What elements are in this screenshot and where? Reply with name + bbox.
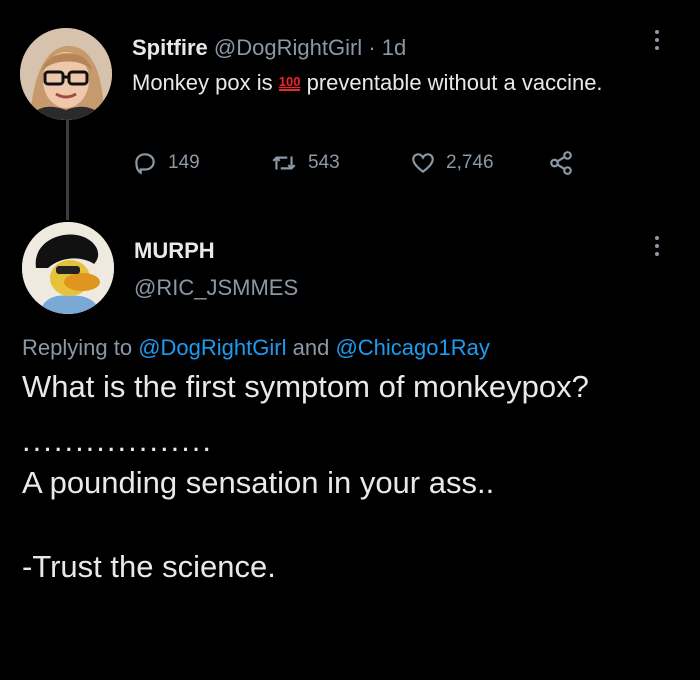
share-button[interactable] [548,150,574,176]
reply-button[interactable]: 149 [132,150,200,176]
replying-and-label: and [292,335,330,360]
retweet-count: 543 [308,152,340,173]
tweet-actions: 149 543 2,746 [132,150,612,182]
reply-text-separator: .................. [22,423,214,458]
reply-text-line-1: What is the first symptom of monkeypox? [22,369,589,404]
reply-tweet-text: What is the first symptom of monkeypox? … [22,366,662,588]
hundred-points-emoji-icon: 100 [278,74,301,91]
user-handle[interactable]: @DogRightGirl [214,35,362,60]
mention-link-chicago1ray[interactable]: @Chicago1Ray [335,335,489,360]
reply-icon [135,153,155,175]
reply-user-handle[interactable]: @RIC_JSMMES [134,275,298,301]
mention-link-dogrightgirl[interactable]: @DogRightGirl [138,335,286,360]
retweet-button[interactable]: 543 [270,150,340,176]
reply-text-line-2: A pounding sensation in your ass.. [22,465,495,500]
reply-more-options-button[interactable] [655,236,659,260]
reply-text-line-3: -Trust the science. [22,549,276,584]
like-button[interactable]: 2,746 [410,150,494,176]
replying-to-line: Replying to @DogRightGirl and @Chicago1R… [22,335,490,361]
more-icon [655,30,659,34]
replying-to-label: Replying to [22,335,133,360]
original-tweet[interactable]: Spitfire @DogRightGirl · 1d Monkey pox i… [0,0,700,210]
timestamp[interactable]: 1d [382,35,406,60]
like-count: 2,746 [446,152,494,173]
separator-dot: · [368,35,376,60]
tweet-header: Spitfire @DogRightGirl · 1d [132,35,406,61]
tweet-text-part-1: Monkey pox is [132,70,273,95]
reply-display-name[interactable]: MURPH [134,238,215,264]
tweet-text-part-2: preventable without a vaccine. [306,70,603,95]
reply-count: 149 [168,152,200,173]
share-icon [550,151,572,175]
more-icon [655,236,659,240]
display-name[interactable]: Spitfire [132,35,208,60]
avatar-spitfire[interactable] [20,28,112,120]
retweet-icon [272,156,296,170]
more-options-button[interactable] [655,30,659,54]
tweet-text: Monkey pox is 100 preventable without a … [132,66,632,100]
avatar-murph[interactable] [22,222,114,314]
like-icon [412,153,434,174]
